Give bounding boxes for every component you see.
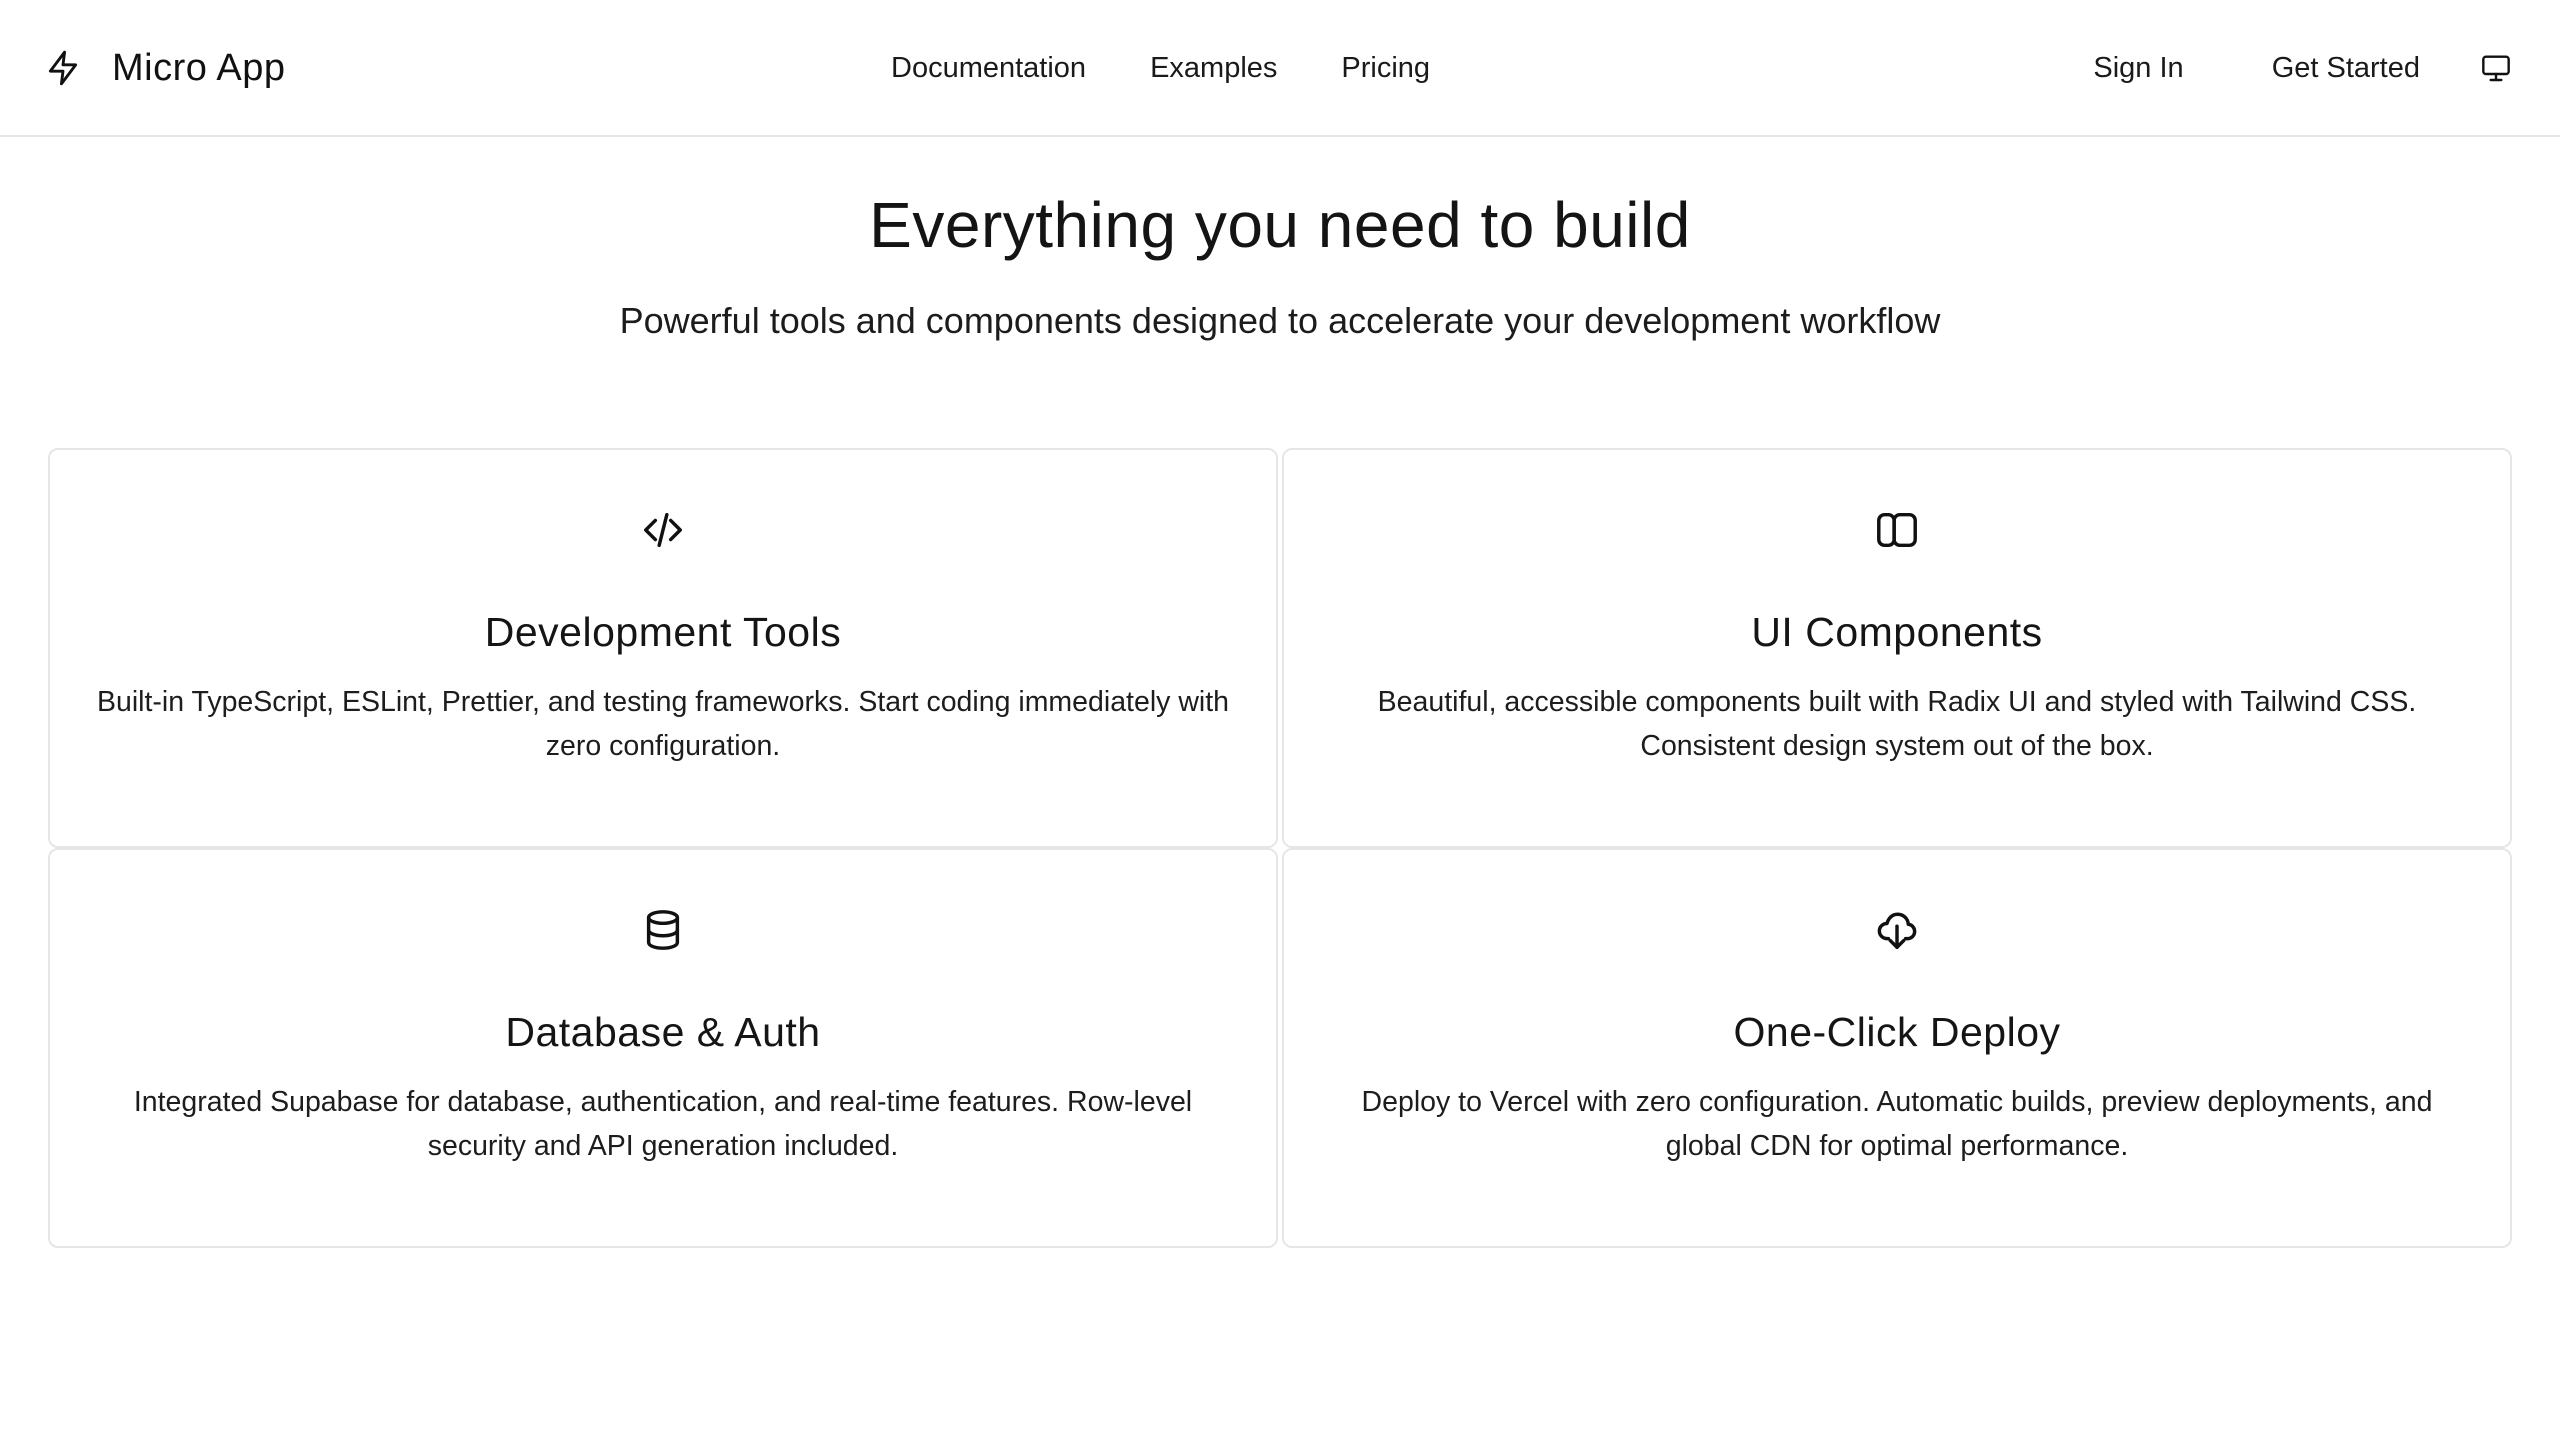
code-icon [644,512,682,548]
card-icon-wrapper [639,906,687,954]
feature-description: Integrated Supabase for database, authen… [133,1086,1193,1162]
card-icon-wrapper [1873,906,1921,954]
feature-title: UI Components [1751,609,2043,655]
feature-description: Beautiful, accessible components built w… [1377,686,2417,762]
get-started-button[interactable]: Get Started [2272,52,2420,85]
feature-card-one-click-deploy: One-Click Deploy Deploy to Vercel with z… [1282,848,2512,1248]
page-subtitle: Powerful tools and components designed t… [619,300,1941,341]
main-nav: Documentation Examples Pricing [891,44,1430,92]
feature-description: Deploy to Vercel with zero configuration… [1361,1086,2433,1162]
nav-link-pricing[interactable]: Pricing [1341,52,1430,85]
feature-card-database-auth: Database & Auth Integrated Supabase for … [48,848,1278,1248]
brand-name: Micro App [112,46,286,89]
theme-toggle-button[interactable] [2476,48,2516,88]
nav-link-examples[interactable]: Examples [1150,52,1277,85]
site-header: Micro App Documentation Examples Pricing… [0,0,2560,137]
feature-card-ui-components: UI Components Beautiful, accessible comp… [1282,448,2512,848]
monitor-icon [2482,55,2510,82]
card-icon-wrapper [1873,506,1921,554]
page-title: Everything you need to build [869,189,1691,261]
database-icon [646,910,680,950]
feature-title: One-Click Deploy [1733,1009,2061,1055]
feature-title: Database & Auth [505,1009,821,1055]
feature-card-development-tools: Development Tools Built-in TypeScript, E… [48,448,1278,848]
brand-home-link[interactable]: Micro App [44,44,285,92]
columns-icon [1877,512,1917,548]
hero-section: Everything you need to build Powerful to… [0,180,2560,346]
card-icon-wrapper [639,506,687,554]
feature-description: Built-in TypeScript, ESLint, Prettier, a… [96,686,1230,762]
zap-icon [48,50,78,86]
header-actions: Sign In Get Started [2093,44,2420,92]
feature-title: Development Tools [484,609,842,655]
sign-in-button[interactable]: Sign In [2093,52,2183,85]
cloud-download-icon [1877,912,1917,949]
feature-grid: Development Tools Built-in TypeScript, E… [48,448,2512,1248]
nav-link-documentation[interactable]: Documentation [891,52,1086,85]
